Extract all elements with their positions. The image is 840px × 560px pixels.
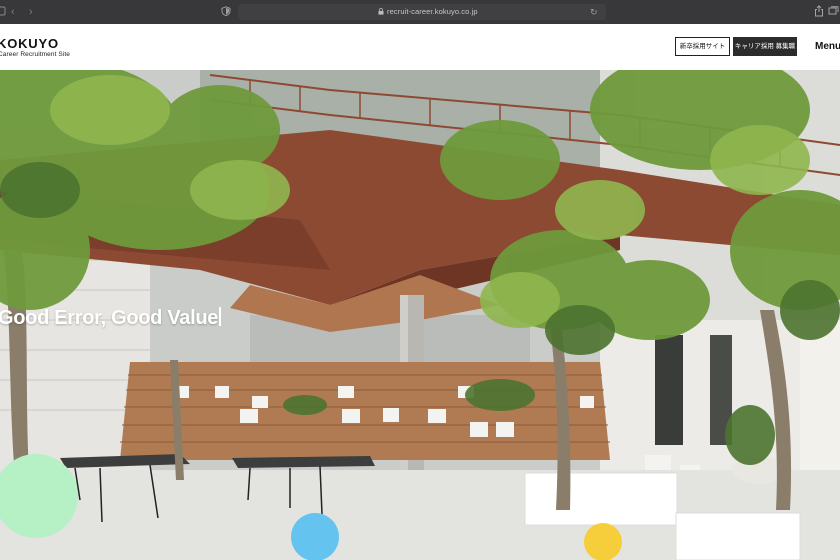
hero-headline: Good Error, Good Value bbox=[0, 306, 222, 330]
kokuyo-logo[interactable]: KOKUYO bbox=[0, 37, 59, 50]
decorative-bubble-yellow bbox=[584, 523, 622, 560]
sidebar-icon[interactable] bbox=[0, 6, 6, 16]
back-icon[interactable]: ‹ bbox=[11, 5, 15, 19]
share-icon[interactable] bbox=[814, 5, 824, 17]
decorative-bubble-blue bbox=[291, 513, 339, 560]
site-subtitle: Career Recruitment Site bbox=[0, 51, 71, 58]
lock-icon bbox=[378, 8, 384, 15]
forward-icon[interactable]: › bbox=[29, 5, 33, 19]
shield-icon[interactable] bbox=[221, 6, 231, 16]
reload-icon[interactable]: ↻ bbox=[590, 6, 598, 18]
career-jobs-button[interactable]: キャリア採用 募集職種 bbox=[733, 37, 797, 69]
site-header: KOKUYO Career Recruitment Site 新卒採用サイト キ… bbox=[0, 24, 840, 70]
new-graduate-site-button[interactable]: 新卒採用サイト bbox=[675, 37, 730, 56]
url-text: recruit-career.kokuyo.co.jp bbox=[387, 7, 478, 16]
address-bar[interactable]: recruit-career.kokuyo.co.jp ↻ bbox=[238, 4, 606, 20]
menu-button[interactable]: Menu bbox=[815, 41, 840, 53]
tabs-icon[interactable] bbox=[828, 6, 840, 16]
typing-caret bbox=[219, 307, 222, 326]
hero-section: Good Error, Good Value bbox=[0, 70, 840, 560]
browser-toolbar: ‹ › recruit-career.kokuyo.co.jp ↻ bbox=[0, 0, 840, 24]
